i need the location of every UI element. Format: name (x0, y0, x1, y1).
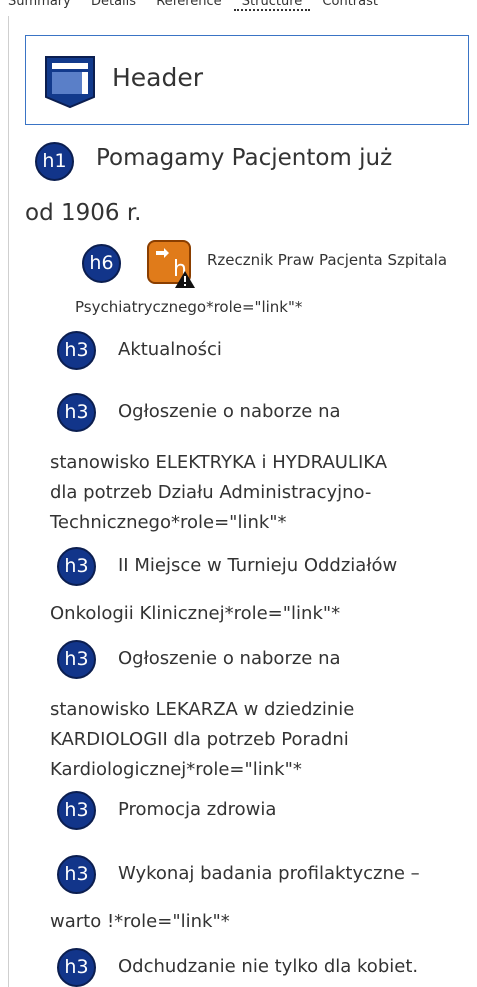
h3-text-line: Wykonaj badania profilaktyczne – (118, 863, 420, 884)
h3-text-line: Kardiologicznej*role="link"* (50, 759, 302, 780)
heading-level-badge[interactable]: h3 (57, 791, 96, 830)
header-landmark-icon (45, 56, 95, 109)
heading-level-badge[interactable]: h1 (35, 142, 74, 181)
heading-level-badge[interactable]: h3 (57, 640, 96, 679)
h3-text-line: Aktualności (118, 339, 222, 360)
h3-text-line: warto !*role="link"* (50, 911, 230, 932)
h3-text-line: Promocja zdrowia (118, 799, 277, 820)
warning-heading-icon[interactable]: h (147, 240, 197, 290)
h3-text-line: KARDIOLOGII dla potrzeb Poradni (50, 729, 349, 750)
heading-level-badge[interactable]: h3 (57, 948, 96, 987)
heading-level-badge[interactable]: h3 (57, 855, 96, 894)
h3-text-line: dla potrzeb Działu Administracyjno- (50, 482, 372, 503)
h3-text-line: stanowisko ELEKTRYKA i HYDRAULIKA (50, 452, 388, 473)
h6-text-line-2: Psychiatrycznego*role="link"* (75, 298, 303, 316)
h3-text-line: stanowisko LEKARZA w dziedzinie (50, 699, 355, 720)
tab-contrast[interactable]: Contrast (314, 0, 386, 9)
h3-text-line: Technicznego*role="link"* (50, 512, 287, 533)
header-landmark[interactable]: Header (25, 35, 469, 125)
heading-level-badge[interactable]: h3 (57, 547, 96, 586)
tab-reference[interactable]: Reference (148, 0, 229, 9)
h3-text-line: Ogłoszenie o naborze na (118, 648, 341, 669)
header-landmark-label: Header (112, 63, 204, 92)
h6-text-line-1: Rzecznik Praw Pacjenta Szpitala (207, 251, 448, 269)
heading-level-badge[interactable]: h3 (57, 393, 96, 432)
h3-text-line: Odchudzanie nie tylko dla kobiet. (118, 956, 419, 977)
h3-text-line: II Miejsce w Turnieju Oddziałów (118, 555, 398, 576)
h1-text-line-2: od 1906 r. (25, 200, 142, 226)
tab-structure[interactable]: Structure (233, 0, 311, 11)
tab-details[interactable]: Details (83, 0, 144, 9)
heading-level-badge[interactable]: h6 (82, 244, 121, 283)
panel-tabs: Summary Details Reference Structure Cont… (0, 0, 477, 14)
panel-left-border (8, 16, 9, 987)
h1-text-line-1: Pomagamy Pacjentom już (96, 145, 393, 171)
h3-text-line: Ogłoszenie o naborze na (118, 401, 341, 422)
tab-summary[interactable]: Summary (0, 0, 79, 9)
h3-text-line: Onkologii Klinicznej*role="link"* (50, 603, 341, 624)
heading-level-badge[interactable]: h3 (57, 331, 96, 370)
